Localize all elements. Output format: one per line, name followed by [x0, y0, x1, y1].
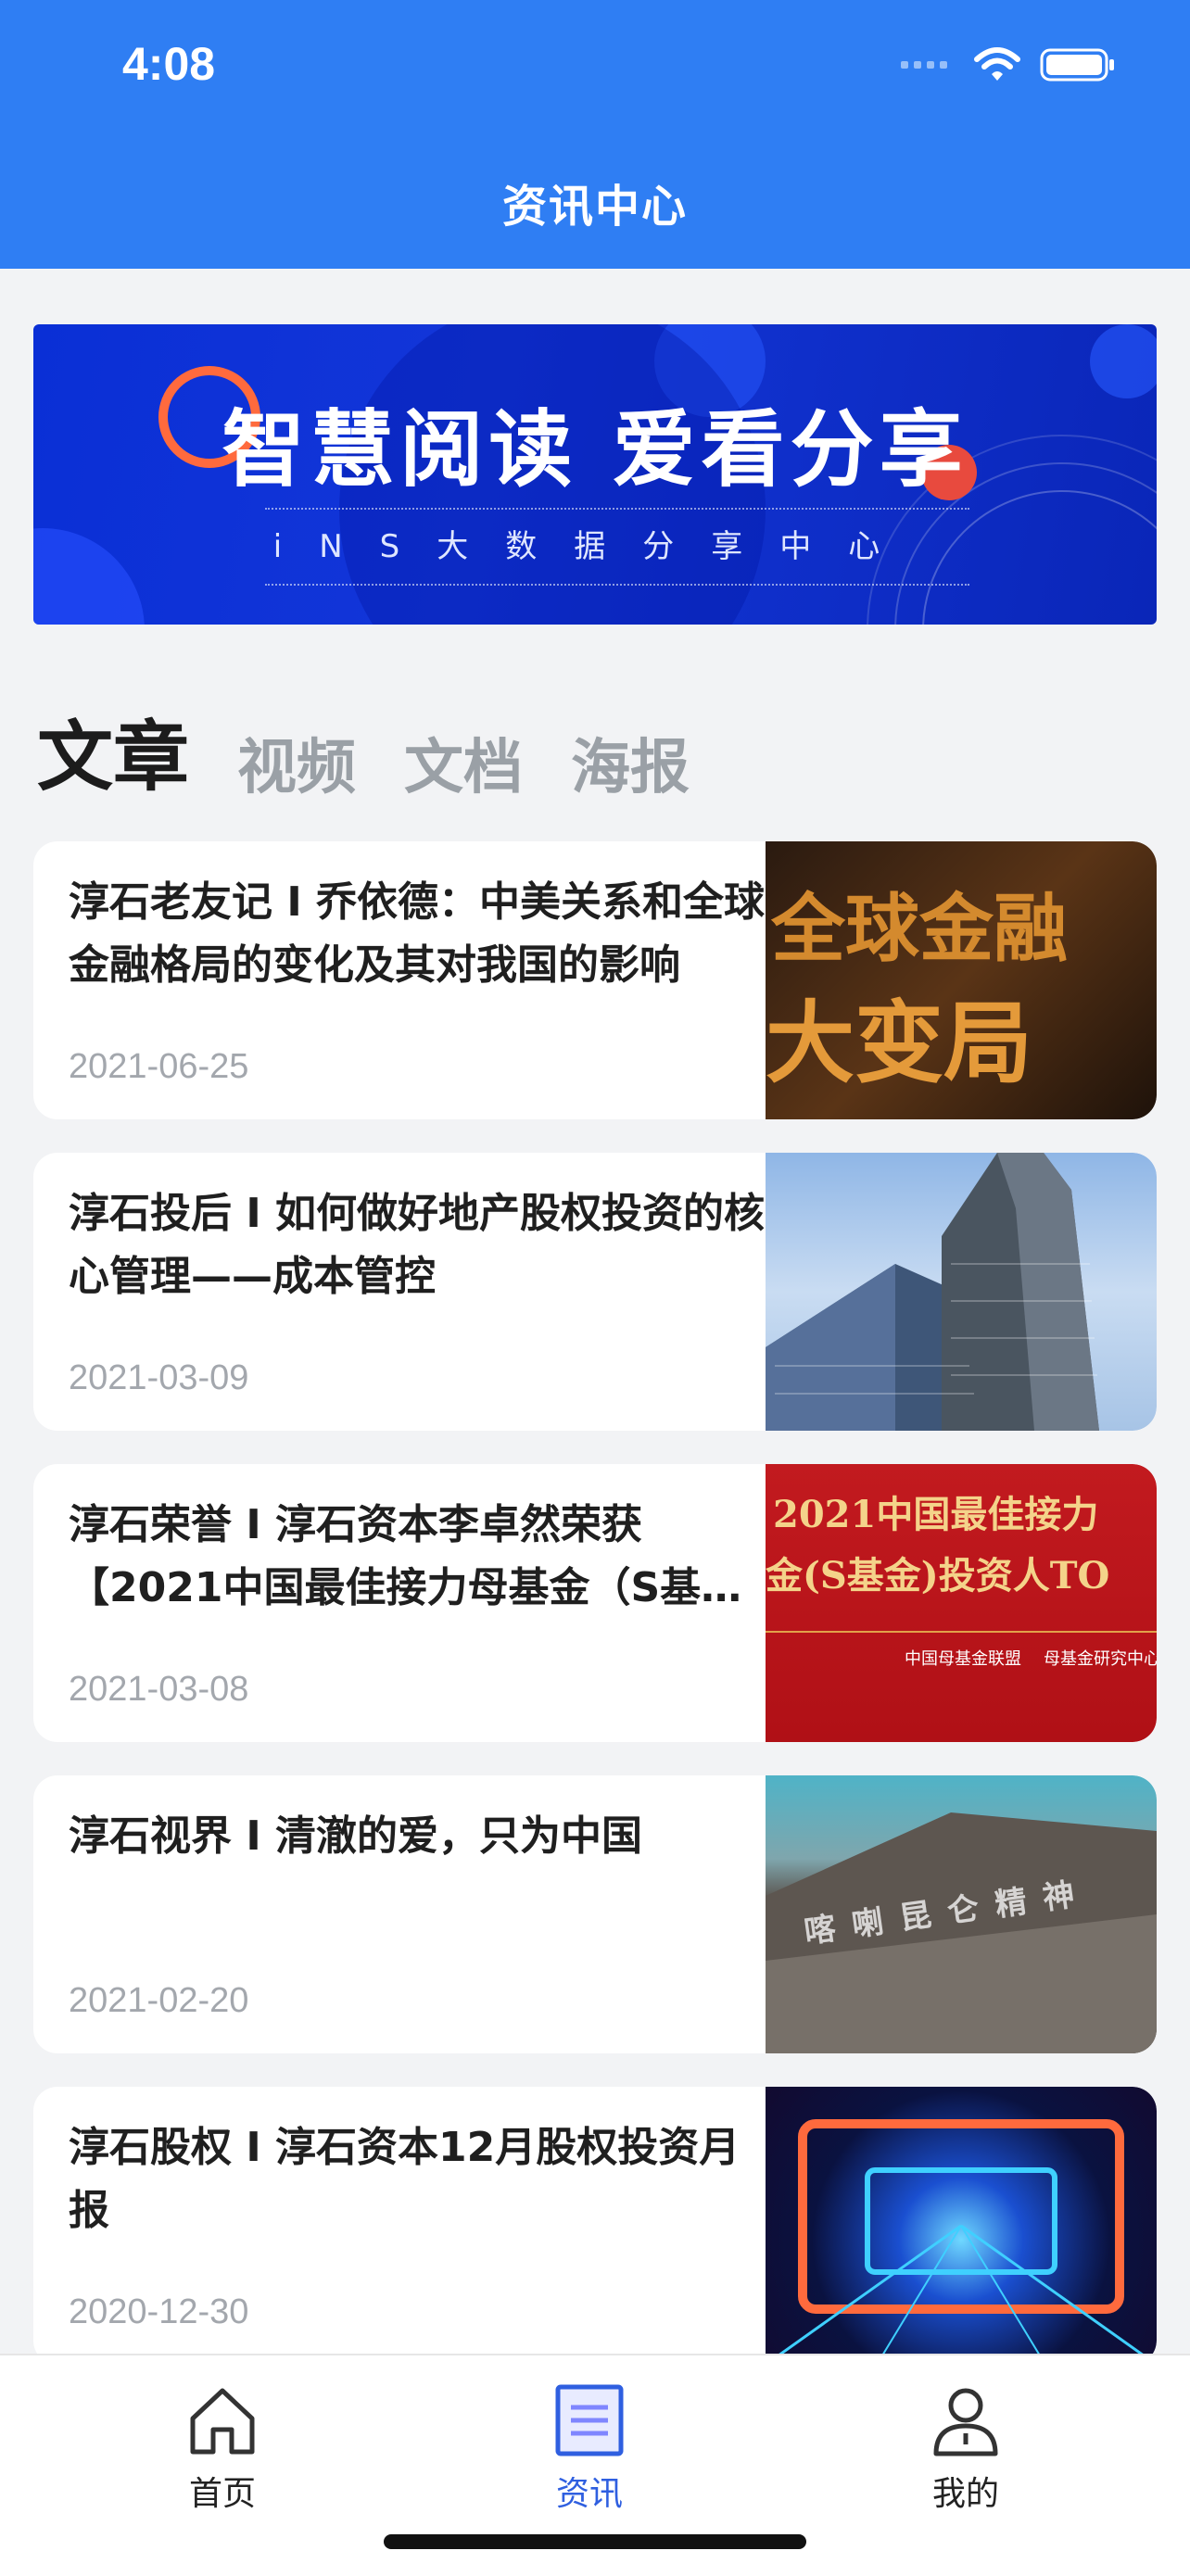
nav-profile[interactable]: 我的 [882, 2383, 1049, 2515]
article-date: 2020-12-30 [69, 2292, 249, 2331]
article-list: 淳石老友记 I 乔依德：中美关系和全球金融格局的变化及其对我国的影响 2021-… [33, 841, 1157, 2398]
home-icon [190, 2388, 255, 2455]
banner-subtitle: iNS大数据分享中心 [272, 528, 918, 565]
profile-icon [933, 2388, 998, 2456]
thumbnail-caption: 中国母基金联盟 [905, 1649, 1021, 1669]
nav-home-label: 首页 [188, 2475, 256, 2513]
promo-banner[interactable]: 智慧阅读 爱看分享 iNS大数据分享中心 [33, 324, 1157, 625]
article-date: 2021-03-09 [69, 1358, 249, 1397]
article-thumbnail: 全球金融 大变局 [766, 841, 1157, 1119]
article-thumbnail [766, 1153, 1157, 1431]
article-title: 淳石投后 I 如何做好地产股权投资的核心管理——成本管控 [69, 1190, 766, 1300]
thumbnail-caption: 金(S基金)投资人TO [766, 1554, 1110, 1597]
banner-divider-top [265, 508, 969, 510]
article-thumbnail: 喀喇昆仑精神 [766, 1775, 1157, 2053]
battery-icon [1040, 48, 1114, 82]
tab-posters[interactable]: 海报 [571, 720, 690, 805]
content-tabs: 文章 视频 文档 海报 [37, 695, 690, 805]
banner-title: 智慧阅读 爱看分享 [222, 401, 968, 499]
nav-news-label: 资讯 [555, 2475, 623, 2513]
thumbnail-caption: 2021中国最佳接力 [773, 1493, 1099, 1536]
app-header: 4:08 资讯中心 [0, 0, 1190, 269]
banner-divider-bottom [265, 584, 969, 586]
article-card[interactable]: 淳石股权 I 淳石资本12月股权投资月报 2020-12-30 [33, 2087, 1157, 2365]
article-thumbnail: 2021中国最佳接力 金(S基金)投资人TO 中国母基金联盟 母基金研究中心 [766, 1464, 1157, 1742]
thumbnail-caption: 大变局 [766, 991, 1032, 1095]
home-indicator [384, 2534, 806, 2549]
article-date: 2021-03-08 [69, 1670, 249, 1709]
article-card[interactable]: 淳石投后 I 如何做好地产股权投资的核心管理——成本管控 2021-03-09 [33, 1153, 1157, 1431]
article-title: 淳石股权 I 淳石资本12月股权投资月报 [69, 2124, 741, 2234]
article-card[interactable]: 淳石老友记 I 乔依德：中美关系和全球金融格局的变化及其对我国的影响 2021-… [33, 841, 1157, 1119]
article-date: 2021-02-20 [69, 1981, 249, 2020]
thumbnail-caption: 母基金研究中心 [1044, 1649, 1157, 1669]
nav-profile-label: 我的 [931, 2475, 999, 2513]
wifi-icon [974, 47, 1020, 81]
article-title: 淳石视界 I 清澈的爱，只为中国 [69, 1812, 643, 1860]
tab-videos[interactable]: 视频 [237, 720, 356, 805]
status-time: 4:08 [122, 38, 216, 90]
news-icon [555, 2384, 624, 2456]
thumbnail-caption: 全球金融 [771, 885, 1068, 972]
tab-articles[interactable]: 文章 [37, 695, 189, 805]
nav-home[interactable]: 首页 [139, 2383, 306, 2515]
article-card[interactable]: 淳石荣誉 I 淳石资本李卓然荣获【2021中国最佳接力母基金（S基金）投资人TO… [33, 1464, 1157, 1742]
cellular-signal-icon [901, 61, 947, 69]
article-title: 淳石荣誉 I 淳石资本李卓然荣获【2021中国最佳接力母基金（S基金）投资人TO… [69, 1501, 763, 1611]
status-icons [901, 46, 1116, 83]
article-card[interactable]: 淳石视界 I 清澈的爱，只为中国 2021-02-20 喀喇昆仑精神 [33, 1775, 1157, 2053]
article-thumbnail [766, 2087, 1157, 2365]
article-date: 2021-06-25 [69, 1047, 249, 1086]
nav-news[interactable]: 资讯 [506, 2383, 673, 2515]
page-title: 资讯中心 [501, 181, 688, 233]
article-title: 淳石老友记 I 乔依德：中美关系和全球金融格局的变化及其对我国的影响 [69, 878, 766, 989]
tab-documents[interactable]: 文档 [404, 720, 523, 805]
